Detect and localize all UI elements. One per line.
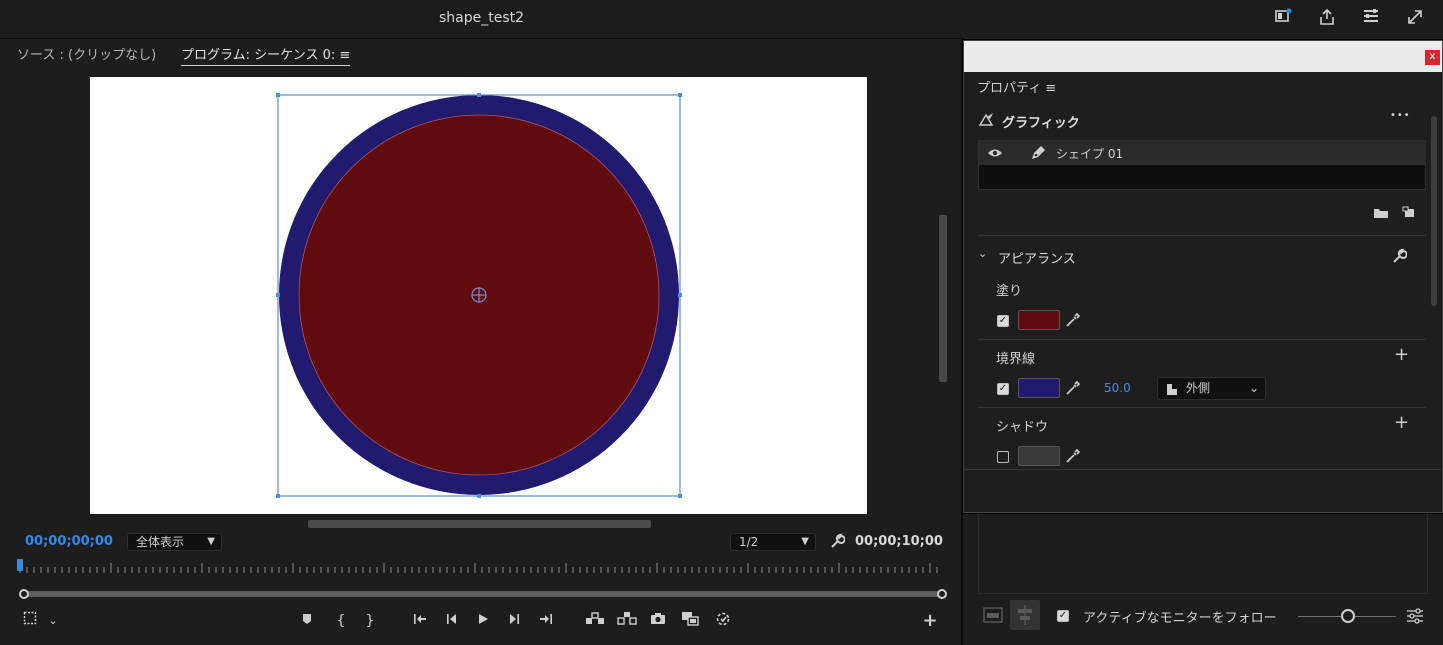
proxy-toggle-icon[interactable] <box>713 611 733 631</box>
wrench-icon[interactable] <box>1391 248 1408 264</box>
stroke-label: 境界線 <box>996 352 1036 367</box>
fill-checkbox[interactable]: ✓ <box>997 315 1009 327</box>
extract-icon[interactable] <box>616 611 638 631</box>
folder-icon[interactable] <box>1373 206 1389 220</box>
timeline-panel-icon[interactable] <box>982 604 1004 626</box>
panel-title: プロパティ ≡ <box>977 77 1056 96</box>
fullscreen-icon[interactable] <box>1404 8 1426 28</box>
properties-scrollbar[interactable] <box>1431 116 1437 306</box>
mark-out-icon[interactable]: } <box>361 611 379 631</box>
zoom-level-select[interactable]: 全体表示 ▼ <box>127 533 222 551</box>
vertical-scrollbar[interactable] <box>939 215 947 382</box>
section-divider <box>964 469 1442 470</box>
play-icon[interactable] <box>473 611 493 631</box>
safe-margins-icon[interactable] <box>20 611 40 631</box>
zoom-scrollbar[interactable] <box>25 591 940 597</box>
eyedropper-icon[interactable] <box>1065 448 1081 464</box>
time-ruler[interactable] <box>18 561 943 575</box>
resolution-select[interactable]: 1/2 ▼ <box>730 533 816 551</box>
video-canvas[interactable] <box>90 77 867 514</box>
eye-icon[interactable] <box>987 146 1003 160</box>
step-forward-icon[interactable] <box>504 611 524 631</box>
zoom-level-value: 全体表示 <box>136 535 185 549</box>
layer-list[interactable]: シェイプ 01 <box>978 140 1426 190</box>
current-timecode[interactable]: 00;00;00;00 <box>25 534 113 549</box>
eyedropper-icon[interactable] <box>1065 380 1081 396</box>
duration-timecode: 00;00;10;00 <box>855 534 943 549</box>
follow-monitor-label: アクティブなモニターをフォロー <box>1083 611 1277 626</box>
align-panel-icon[interactable] <box>1010 600 1040 630</box>
panel-menu-icon[interactable]: ≡ <box>1045 81 1056 96</box>
layer-row[interactable]: シェイプ 01 <box>979 141 1425 165</box>
stroke-checkbox[interactable]: ✓ <box>997 383 1009 395</box>
tab-source[interactable]: ソース : (クリップなし) <box>17 44 156 63</box>
properties-panel: x プロパティ ≡ グラフィック ••• シェイプ 01 ⌄ アピアランス 塗り <box>963 40 1443 513</box>
stroke-position-icon <box>1166 382 1178 403</box>
add-marker-icon[interactable] <box>298 611 316 631</box>
anchor-point-icon[interactable] <box>471 287 487 303</box>
thumbnail-size-knob[interactable] <box>1341 609 1355 623</box>
title-bar: shape_test2 <box>0 0 1443 38</box>
zoom-end-handle[interactable] <box>937 589 947 599</box>
canvas-graphic <box>276 93 682 498</box>
notification-icon[interactable] <box>1272 8 1294 28</box>
chevron-down-icon: ⌄ <box>1248 381 1259 395</box>
stroke-width-value[interactable]: 50.0 <box>1104 381 1131 395</box>
fill-color-swatch[interactable] <box>1018 310 1060 330</box>
follow-monitor-checkbox[interactable]: ✓ <box>1057 610 1069 622</box>
tab-menu-icon[interactable]: ≡ <box>339 48 350 63</box>
section-divider <box>978 235 1426 236</box>
chevron-down-icon: ▼ <box>207 536 215 547</box>
new-item-icon[interactable] <box>1402 206 1416 220</box>
button-editor-icon[interactable]: + <box>920 611 940 631</box>
go-to-in-icon[interactable] <box>410 611 430 631</box>
window-title: shape_test2 <box>438 10 525 26</box>
step-back-icon[interactable] <box>442 611 462 631</box>
stroke-position-value: 外側 <box>1186 381 1211 395</box>
mark-in-icon[interactable]: { <box>332 611 350 631</box>
chevron-down-icon[interactable]: ⌄ <box>44 611 62 631</box>
resolution-value: 1/2 <box>739 535 759 549</box>
workspace-menu-icon[interactable] <box>1360 8 1382 28</box>
panel-header[interactable]: x <box>964 41 1442 72</box>
more-options-icon[interactable]: ••• <box>1390 110 1411 121</box>
close-button[interactable]: x <box>1425 50 1440 65</box>
lower-panel-area <box>978 512 1428 594</box>
section-divider <box>978 407 1426 408</box>
pen-icon <box>1029 144 1047 162</box>
share-icon[interactable] <box>1316 8 1338 28</box>
appearance-section-title[interactable]: アピアランス <box>998 248 1076 267</box>
section-divider <box>978 339 1426 340</box>
fill-label: 塗り <box>996 284 1023 299</box>
tab-program-label: プログラム: シーケンス 0: <box>181 48 336 63</box>
panel-title-label: プロパティ <box>977 81 1042 96</box>
chevron-down-icon: ▼ <box>801 536 809 547</box>
tab-program[interactable]: プログラム: シーケンス 0: ≡ <box>181 44 351 66</box>
shadow-label: シャドウ <box>996 420 1049 435</box>
shadow-checkbox[interactable] <box>997 451 1009 463</box>
stroke-position-select[interactable]: 外側 ⌄ <box>1157 377 1266 400</box>
collapse-chevron-icon[interactable]: ⌄ <box>978 247 987 260</box>
layer-name[interactable]: シェイプ 01 <box>1056 145 1123 162</box>
playhead[interactable] <box>17 559 23 571</box>
shadow-color-swatch[interactable] <box>1018 446 1060 466</box>
wrench-icon[interactable] <box>829 533 846 549</box>
comparison-view-icon[interactable] <box>680 611 700 631</box>
lift-icon[interactable] <box>584 611 606 631</box>
add-shadow-button[interactable]: + <box>1394 414 1409 432</box>
panel-settings-icon[interactable] <box>1405 606 1425 626</box>
camera-icon[interactable] <box>648 611 668 631</box>
graphic-icon <box>978 111 996 129</box>
add-stroke-button[interactable]: + <box>1394 346 1409 364</box>
program-monitor: ソース : (クリップなし) プログラム: シーケンス 0: ≡ 00;00;0… <box>0 38 963 645</box>
zoom-start-handle[interactable] <box>19 589 29 599</box>
horizontal-scrollbar[interactable] <box>308 520 651 528</box>
eyedropper-icon[interactable] <box>1065 312 1081 328</box>
go-to-out-icon[interactable] <box>536 611 556 631</box>
graphic-section-title: グラフィック <box>1002 116 1080 131</box>
stroke-color-swatch[interactable] <box>1018 378 1060 398</box>
